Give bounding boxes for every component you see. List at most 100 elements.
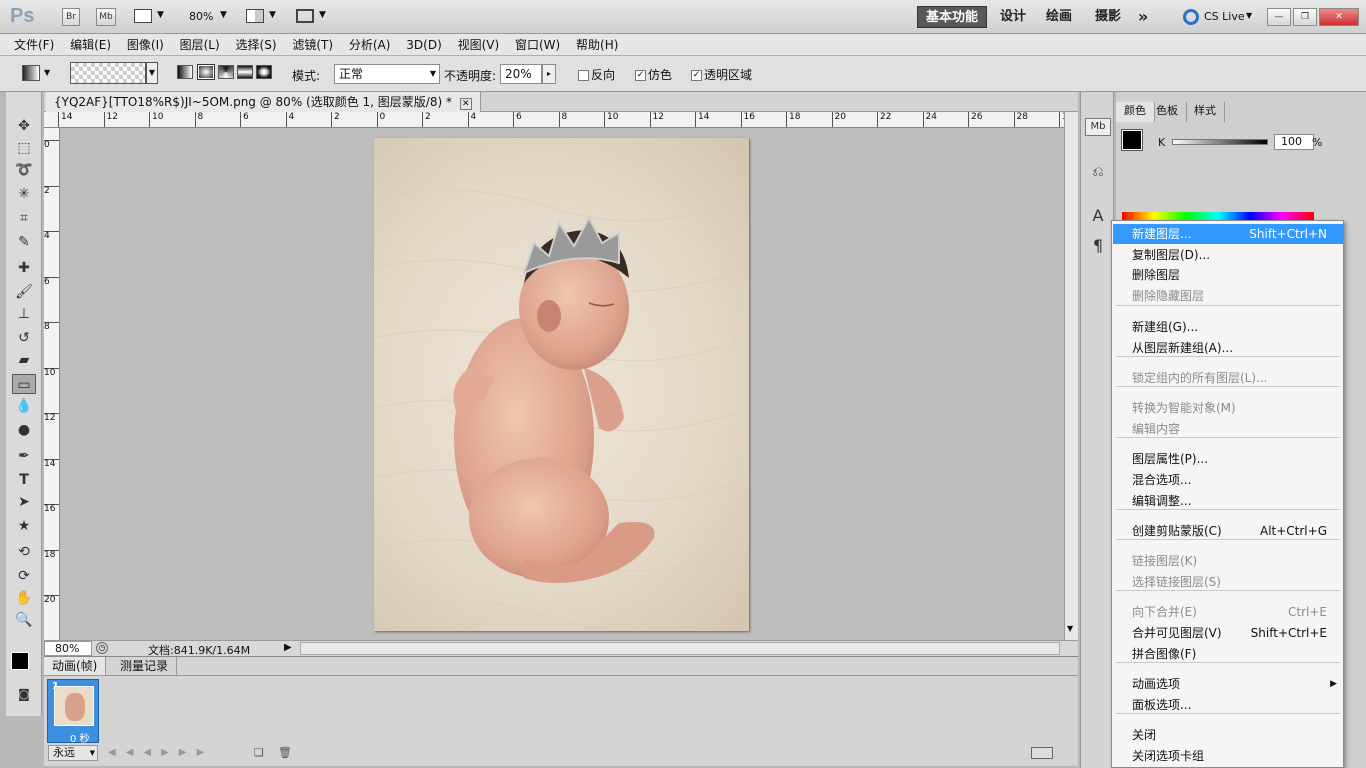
menu-analysis[interactable]: 分析(A) [343, 34, 397, 56]
loop-select[interactable]: 永远 ▼ [48, 745, 98, 761]
tab-styles[interactable]: 样式 [1186, 102, 1225, 122]
arrange-chevron-icon[interactable]: ▼ [269, 10, 276, 20]
menu-filter[interactable]: 滤镜(T) [286, 34, 339, 56]
timeline-toggle-icon[interactable] [1031, 747, 1053, 759]
menu-item-edit-adjustment[interactable]: 编辑调整... [1113, 491, 1343, 511]
3d-rotate-tool-icon[interactable]: ⟲ [12, 542, 36, 562]
tab-animation-frames[interactable]: 动画(帧) [44, 657, 107, 675]
workspace-design[interactable]: 设计 [992, 6, 1034, 28]
gradient-picker-chevron-icon[interactable]: ▼ [146, 62, 158, 84]
eyedropper-tool-icon[interactable]: ✎ [12, 232, 36, 252]
tool-preset-chevron-icon[interactable]: ▼ [44, 68, 50, 77]
document-tab[interactable]: {YQ2AF}[TTO18%R$)JI~5OM.png @ 80% (选取颜色 … [46, 92, 481, 112]
mini-bridge-button[interactable]: Mb [96, 8, 116, 26]
gradient-picker[interactable] [70, 62, 146, 84]
angle-gradient-icon[interactable] [218, 65, 234, 79]
menu-item-duplicate-layer[interactable]: 复制图层(D)... [1113, 245, 1343, 265]
move-tool-icon[interactable]: ✥ [12, 116, 36, 136]
workspace-essentials[interactable]: 基本功能 [917, 6, 988, 28]
healing-brush-tool-icon[interactable]: ✚ [12, 258, 36, 278]
eraser-tool-icon[interactable]: ▰ [12, 350, 36, 370]
menu-item-flatten-image[interactable]: 拼合图像(F) [1113, 644, 1343, 664]
menu-item-new-group[interactable]: 新建组(G)... [1113, 317, 1343, 337]
marquee-tool-icon[interactable]: ⬚ [12, 138, 36, 158]
transparency-checkbox[interactable]: ✓ [691, 70, 702, 81]
quick-selection-tool-icon[interactable]: ✳ [12, 184, 36, 204]
baby-photo[interactable] [374, 138, 749, 631]
horizontal-scrollbar[interactable] [300, 642, 1060, 655]
menu-file[interactable]: 文件(F) [8, 34, 60, 56]
history-brush-tool-icon[interactable]: ↺ [12, 328, 36, 348]
shape-tool-icon[interactable]: ★ [12, 516, 36, 536]
zoom-chevron-icon[interactable]: ▼ [220, 10, 227, 20]
menu-3d[interactable]: 3D(D) [400, 34, 447, 56]
3d-orbit-tool-icon[interactable]: ⟳ [12, 566, 36, 586]
brush-tool-icon[interactable]: 🖌 [12, 282, 36, 302]
minimize-button[interactable]: — [1267, 8, 1291, 26]
menu-item-delete-layer[interactable]: 删除图层 [1113, 265, 1343, 285]
zoom-level[interactable]: 80% [189, 10, 213, 23]
channel-slider[interactable] [1172, 139, 1268, 145]
mini-bridge-panel-icon[interactable]: Mb [1085, 118, 1111, 136]
cslive-chevron-icon[interactable]: ▼ [1246, 11, 1252, 20]
scroll-down-icon[interactable]: ▼ [1067, 624, 1073, 633]
tab-swatches[interactable]: 色板 [1148, 102, 1187, 122]
menu-select[interactable]: 选择(S) [230, 34, 283, 56]
reflected-gradient-icon[interactable] [237, 65, 253, 79]
cslive-icon[interactable] [1183, 9, 1199, 25]
foreground-color-swatch[interactable] [11, 652, 29, 670]
history-panel-icon[interactable]: ⎌ [1085, 160, 1111, 184]
character-panel-icon[interactable]: A [1085, 204, 1111, 228]
screen-mode-chevron-icon[interactable]: ▼ [319, 10, 326, 20]
linear-gradient-icon[interactable] [177, 65, 193, 79]
vertical-scrollbar[interactable]: ▼ [1064, 112, 1078, 640]
menu-item-animation-options[interactable]: 动画选项 ▶ [1113, 674, 1343, 694]
new-frame-icon[interactable]: ❏ [254, 746, 264, 759]
channel-value-input[interactable]: 100 [1274, 134, 1314, 150]
animation-frame-1[interactable]: 1 0 秒 [47, 679, 99, 745]
delete-frame-icon[interactable]: 🗑 [278, 746, 292, 759]
more-workspaces-icon[interactable]: » [1130, 6, 1156, 28]
close-document-icon[interactable]: ✕ [459, 98, 472, 110]
arrange-documents-icon[interactable] [246, 9, 264, 23]
workspace-photography[interactable]: 摄影 [1087, 6, 1129, 28]
radial-gradient-icon[interactable] [197, 64, 215, 80]
frame-delay[interactable]: 0 秒 [70, 730, 90, 745]
menu-item-close-tab-group[interactable]: 关闭选项卡组 [1113, 746, 1343, 766]
mode-select[interactable]: 正常 ▼ [334, 64, 440, 84]
view-extras-icon[interactable] [134, 9, 152, 23]
close-window-button[interactable]: ✕ [1319, 8, 1359, 26]
foreground-swatch[interactable] [1121, 129, 1143, 151]
menu-item-panel-options[interactable]: 面板选项... [1113, 695, 1343, 715]
quick-mask-icon[interactable]: ◙ [12, 684, 36, 704]
menu-view[interactable]: 视图(V) [452, 34, 506, 56]
pen-tool-icon[interactable]: ✒ [12, 446, 36, 466]
lasso-tool-icon[interactable]: ➰ [12, 160, 36, 180]
bridge-button[interactable]: Br [62, 8, 80, 26]
clone-stamp-tool-icon[interactable]: ⊥ [12, 304, 36, 324]
paragraph-panel-icon[interactable]: ¶ [1085, 234, 1111, 258]
menu-layer[interactable]: 图层(L) [174, 34, 226, 56]
menu-help[interactable]: 帮助(H) [570, 34, 624, 56]
menu-item-new-group-from-layers[interactable]: 从图层新建组(A)... [1113, 338, 1343, 358]
menu-item-layer-properties[interactable]: 图层属性(P)... [1113, 449, 1343, 469]
menu-item-create-clipping-mask[interactable]: 创建剪贴蒙版(C) Alt+Ctrl+G [1113, 521, 1343, 541]
cslive-button[interactable]: CS Live [1204, 10, 1245, 23]
menu-window[interactable]: 窗口(W) [509, 34, 566, 56]
tab-measurement-log[interactable]: 测量记录 [112, 657, 178, 675]
zoom-status-field[interactable]: 80% [44, 641, 92, 656]
menu-item-new-layer[interactable]: 新建图层... Shift+Ctrl+N [1113, 224, 1343, 244]
path-selection-tool-icon[interactable]: ➤ [12, 492, 36, 512]
status-menu-arrow-icon[interactable]: ▶ [284, 642, 292, 653]
workspace-painting[interactable]: 绘画 [1038, 6, 1080, 28]
blur-tool-icon[interactable]: 💧 [12, 396, 36, 416]
reverse-checkbox[interactable] [578, 70, 589, 81]
menu-item-merge-visible[interactable]: 合并可见图层(V) Shift+Ctrl+E [1113, 623, 1343, 643]
crop-tool-icon[interactable]: ⌗ [12, 208, 36, 228]
view-extras-chevron-icon[interactable]: ▼ [157, 10, 164, 20]
menu-image[interactable]: 图像(I) [121, 34, 170, 56]
type-tool-icon[interactable]: T [12, 470, 36, 490]
restore-button[interactable]: ❐ [1293, 8, 1317, 26]
status-info-icon[interactable]: ◷ [96, 642, 108, 654]
menu-item-blending-options[interactable]: 混合选项... [1113, 470, 1343, 490]
